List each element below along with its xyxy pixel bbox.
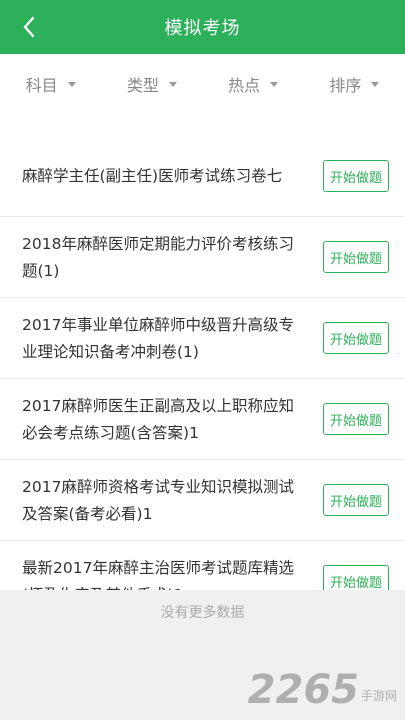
exam-list: 麻醉学主任(副主任)医师考试练习卷七 开始做题 2018年麻醉医师定期能力评价考… <box>0 136 405 622</box>
exam-title[interactable]: 2018年麻醉医师定期能力评价考核练习题(1) <box>22 217 308 298</box>
exam-title-text: 2017麻醉师医生正副高及以上职称应知必会考点练习题(含答案)1 <box>22 396 294 442</box>
caret-down-icon <box>270 81 279 87</box>
exam-title-text: 2017年事业单位麻醉师中级晋升高级专业理论知识备考冲刺卷(1) <box>22 315 294 361</box>
list-item: 2017年事业单位麻醉师中级晋升高级专业理论知识备考冲刺卷(1) 开始做题 <box>0 298 405 379</box>
filter-bar: 科目 类型 热点 排序 <box>0 54 405 114</box>
list-item: 2017麻醉师资格考试专业知识模拟测试及答案(备考必看)1 开始做题 <box>0 460 405 541</box>
filter-subject[interactable]: 科目 <box>0 54 101 114</box>
exam-title[interactable]: 麻醉学主任(副主任)医师考试练习卷七 <box>22 136 308 217</box>
caret-down-icon <box>168 81 177 87</box>
filter-hot[interactable]: 热点 <box>203 54 304 114</box>
list-footer: 没有更多数据 2265 手游网 <box>0 590 405 720</box>
filter-type[interactable]: 类型 <box>101 54 202 114</box>
filter-label: 排序 <box>329 76 362 95</box>
spacer <box>0 114 405 136</box>
start-exam-button[interactable]: 开始做题 <box>323 241 389 273</box>
list-item: 麻醉学主任(副主任)医师考试练习卷七 开始做题 <box>0 136 405 217</box>
filter-label: 类型 <box>126 76 159 95</box>
exam-title[interactable]: 2017年事业单位麻醉师中级晋升高级专业理论知识备考冲刺卷(1) <box>22 298 308 379</box>
exam-title-text: 2017麻醉师资格考试专业知识模拟测试及答案(备考必看)1 <box>22 477 294 523</box>
chevron-left-icon <box>23 16 35 38</box>
watermark-number: 2265 <box>247 667 359 713</box>
back-button[interactable] <box>14 12 44 42</box>
watermark-text: 手游网 <box>360 689 397 703</box>
list-item: 2017麻醉师医生正副高及以上职称应知必会考点练习题(含答案)1 开始做题 <box>0 379 405 460</box>
caret-down-icon <box>371 81 380 87</box>
page-title: 模拟考场 <box>164 18 241 39</box>
list-item: 2018年麻醉医师定期能力评价考核练习题(1) 开始做题 <box>0 217 405 298</box>
start-exam-button[interactable]: 开始做题 <box>323 322 389 354</box>
exam-title[interactable]: 2017麻醉师医生正副高及以上职称应知必会考点练习题(含答案)1 <box>22 379 308 460</box>
filter-label: 科目 <box>25 76 58 95</box>
start-exam-button[interactable]: 开始做题 <box>323 160 389 192</box>
exam-title-text: 麻醉学主任(副主任)医师考试练习卷七 <box>22 167 283 185</box>
start-exam-button[interactable]: 开始做题 <box>323 403 389 435</box>
filter-sort[interactable]: 排序 <box>304 54 405 114</box>
app-header: 模拟考场 <box>0 0 405 54</box>
caret-down-icon <box>67 81 76 87</box>
start-exam-button[interactable]: 开始做题 <box>323 484 389 516</box>
filter-label: 热点 <box>228 76 261 95</box>
watermark-logo: 2265 手游网 <box>248 670 397 710</box>
exam-title[interactable]: 2017麻醉师资格考试专业知识模拟测试及答案(备考必看)1 <box>22 460 308 541</box>
exam-title-text: 2018年麻醉医师定期能力评价考核练习题(1) <box>22 234 294 280</box>
no-more-data-text: 没有更多数据 <box>160 605 245 621</box>
